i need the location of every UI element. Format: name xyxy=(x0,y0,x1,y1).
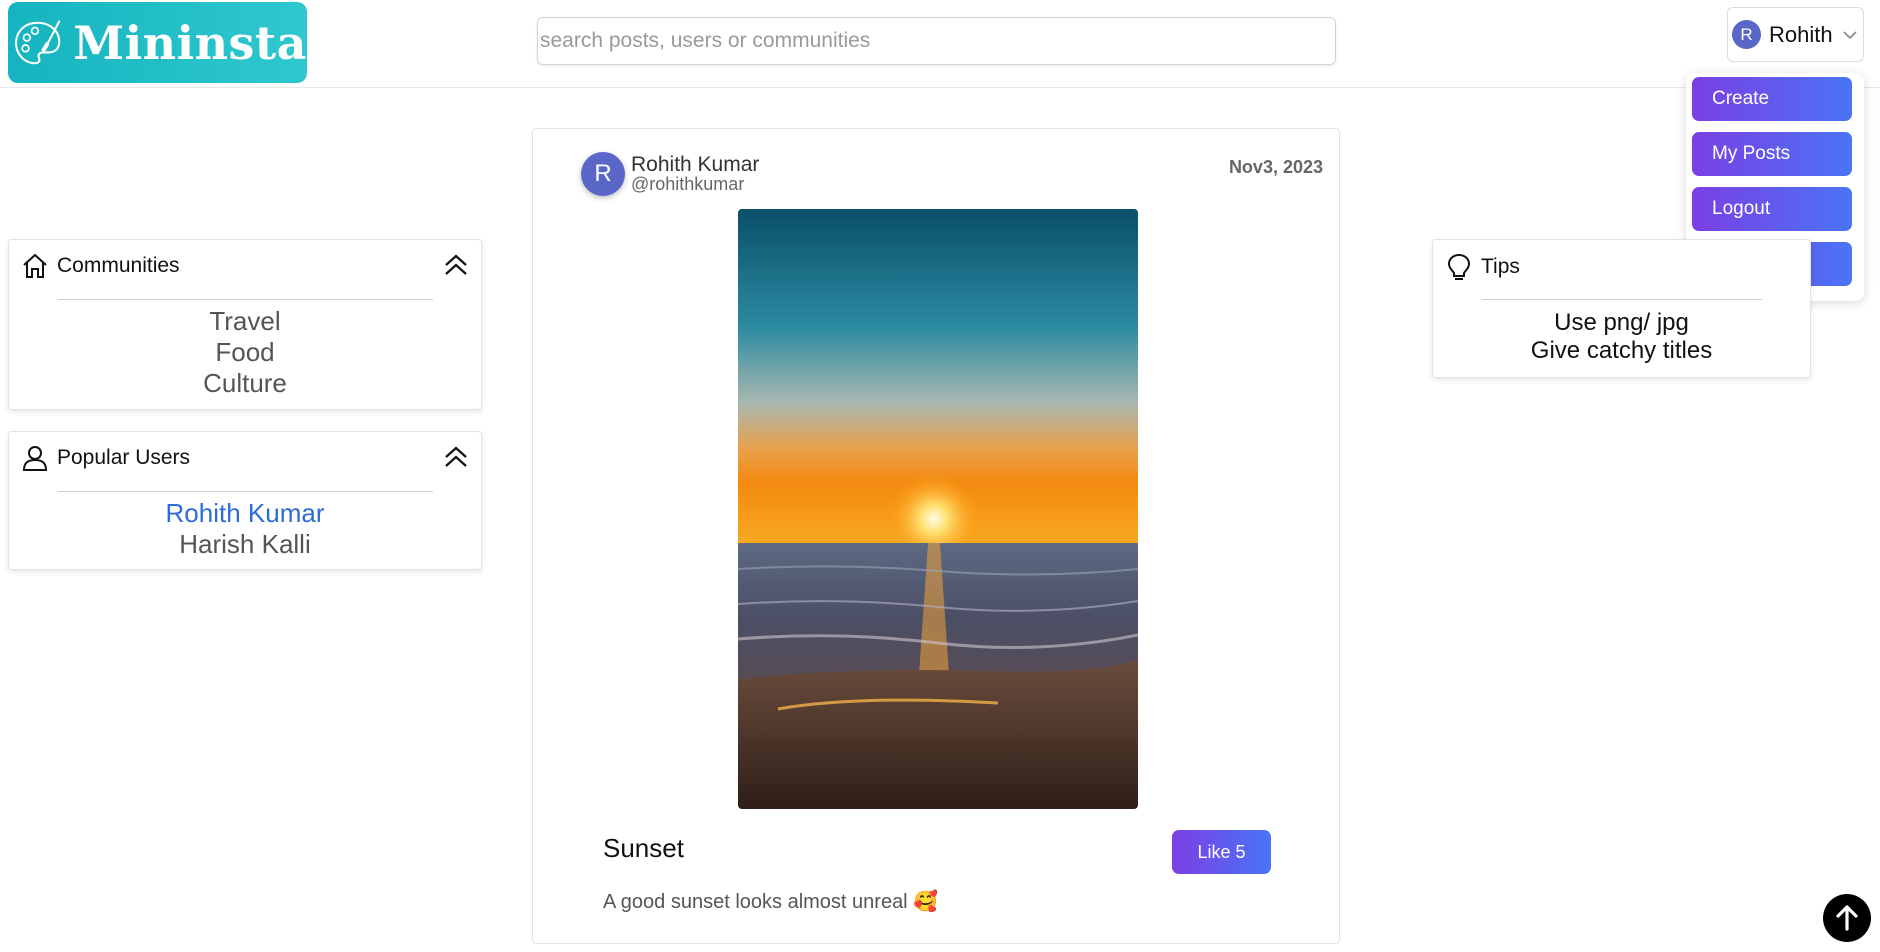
logout-menu-item[interactable]: Logout xyxy=(1692,187,1852,231)
user-link[interactable]: Harish Kalli xyxy=(9,529,481,560)
tip-item: Use png/ jpg xyxy=(1554,309,1689,336)
popular-users-card: Popular Users Rohith Kumar Harish Kalli xyxy=(8,431,482,570)
brand-name: Mininsta xyxy=(73,15,307,70)
post-description: A good sunset looks almost unreal 🥰 xyxy=(603,891,939,913)
communities-list: Travel Food Culture xyxy=(9,306,481,399)
home-icon xyxy=(23,253,47,278)
create-menu-item[interactable]: Create xyxy=(1692,77,1852,121)
communities-title: Communities xyxy=(57,254,180,277)
post-author-handle: @rohithkumar xyxy=(631,174,745,194)
palette-icon xyxy=(15,19,61,64)
lightbulb-icon xyxy=(1447,253,1471,280)
tips-header: Tips xyxy=(1445,252,1520,282)
arrow-up-icon xyxy=(1836,905,1858,931)
post-date: Nov3, 2023 xyxy=(1228,157,1323,177)
communities-card: Communities Travel Food Culture xyxy=(8,239,482,410)
communities-header: Communities xyxy=(21,252,180,280)
community-item[interactable]: Food xyxy=(9,337,481,368)
top-navbar: Mininsta R Rohith xyxy=(0,0,1880,88)
user-link[interactable]: Rohith Kumar xyxy=(9,498,481,529)
divider xyxy=(58,491,433,492)
tips-card: Tips Use png/ jpg Give catchy titles xyxy=(1432,239,1811,378)
popular-users-header: Popular Users xyxy=(21,444,190,472)
post-image[interactable] xyxy=(738,209,1138,809)
divider xyxy=(1482,299,1762,300)
like-button[interactable]: Like 5 xyxy=(1172,830,1271,874)
community-item[interactable]: Travel xyxy=(9,306,481,337)
search-input[interactable] xyxy=(537,17,1336,65)
popular-users-list: Rohith Kumar Harish Kalli xyxy=(9,498,481,560)
community-item[interactable]: Culture xyxy=(9,368,481,399)
avatar[interactable]: R xyxy=(581,152,625,196)
tip-item: Give catchy titles xyxy=(1530,337,1713,364)
collapse-icon[interactable] xyxy=(443,252,469,278)
user-icon xyxy=(22,446,48,471)
user-name: Rohith xyxy=(1769,21,1833,47)
brand-logo[interactable]: Mininsta xyxy=(8,2,307,83)
tips-list: Use png/ jpg Give catchy titles xyxy=(1433,309,1810,365)
chevron-down-icon xyxy=(1843,30,1857,39)
divider xyxy=(58,299,433,300)
post-title: Sunset xyxy=(603,833,684,863)
avatar: R xyxy=(1732,20,1761,49)
user-menu-button[interactable]: R Rohith xyxy=(1727,7,1864,62)
popular-users-title: Popular Users xyxy=(57,446,191,469)
post-card: R Rohith Kumar @rohithkumar Nov3, 2023 S… xyxy=(532,128,1340,944)
my-posts-menu-item[interactable]: My Posts xyxy=(1692,132,1852,176)
scroll-to-top-button[interactable] xyxy=(1823,894,1871,942)
tips-title: Tips xyxy=(1481,255,1520,278)
collapse-icon[interactable] xyxy=(443,444,469,470)
